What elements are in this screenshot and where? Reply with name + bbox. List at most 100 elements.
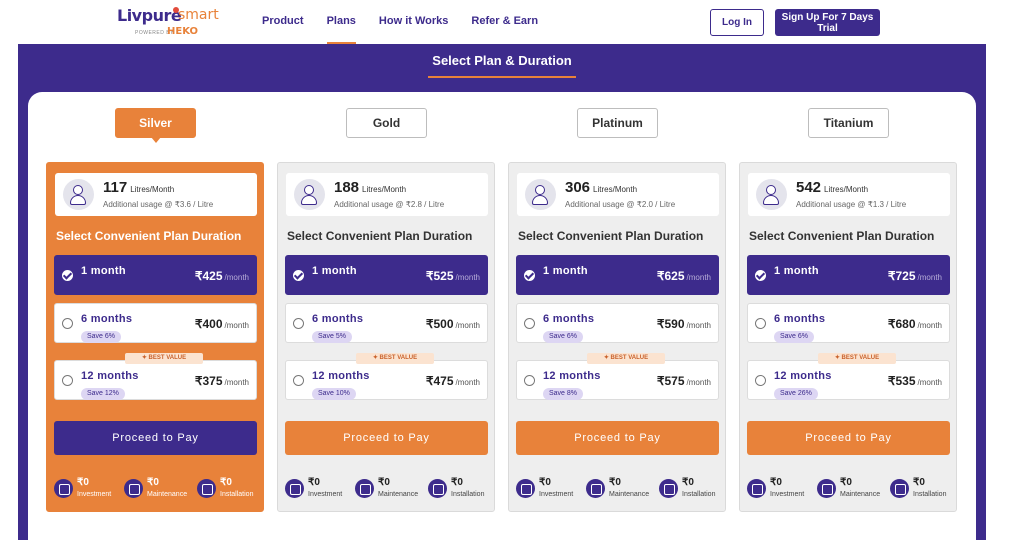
installation-icon bbox=[428, 479, 447, 498]
tab-gold[interactable]: Gold bbox=[346, 108, 427, 138]
radio-icon[interactable] bbox=[293, 318, 304, 329]
radio-checked-icon[interactable] bbox=[293, 270, 304, 281]
option-label: 1 month bbox=[543, 265, 588, 277]
option-price: ₹375/month bbox=[194, 374, 249, 388]
tab-platinum[interactable]: Platinum bbox=[577, 108, 658, 138]
investment-icon bbox=[516, 479, 535, 498]
radio-icon[interactable] bbox=[755, 375, 766, 386]
installation-icon bbox=[659, 479, 678, 498]
feature-investment: ₹0 Investment bbox=[747, 477, 817, 505]
best-value-badge: ✦ BEST VALUE bbox=[818, 353, 896, 364]
additional-usage: Additional usage @ ₹2.0 / Litre bbox=[565, 200, 676, 209]
option-12-months[interactable]: ✦ BEST VALUE 12 months Save 10% ₹475/mon… bbox=[285, 353, 488, 400]
livpure-smart-logo[interactable]: Livpure smart POWERED BY HEKO bbox=[117, 6, 227, 40]
option-label: 12 months bbox=[543, 370, 601, 382]
save-badge: Save 10% bbox=[312, 388, 356, 400]
option-1-month[interactable]: 1 month ₹625/month bbox=[516, 255, 719, 295]
feature-value: ₹0 bbox=[609, 477, 621, 488]
best-value-badge: ✦ BEST VALUE bbox=[356, 353, 434, 364]
option-6-months[interactable]: 6 months Save 5% ₹500/month bbox=[285, 303, 488, 343]
nav-how-it-works[interactable]: How it Works bbox=[379, 0, 448, 44]
feature-value: ₹0 bbox=[913, 477, 925, 488]
option-label: 6 months bbox=[543, 313, 595, 325]
feature-installation: ₹0 Installation bbox=[197, 477, 267, 505]
login-button[interactable]: Log In bbox=[710, 9, 764, 36]
radio-icon[interactable] bbox=[62, 375, 73, 386]
feature-value: ₹0 bbox=[77, 477, 89, 488]
radio-icon[interactable] bbox=[755, 318, 766, 329]
usage-box: 306 Litres/Month Additional usage @ ₹2.0 … bbox=[517, 173, 719, 216]
tab-titanium[interactable]: Titanium bbox=[808, 108, 889, 138]
feature-installation: ₹0 Installation bbox=[428, 477, 498, 505]
proceed-to-pay-button[interactable]: Proceed to Pay bbox=[54, 421, 257, 455]
save-badge: Save 26% bbox=[774, 388, 818, 400]
option-price: ₹575/month bbox=[656, 374, 711, 388]
feature-value: ₹0 bbox=[682, 477, 694, 488]
feature-label: Installation bbox=[682, 491, 716, 498]
save-badge: Save 6% bbox=[774, 331, 815, 343]
option-label: 12 months bbox=[81, 370, 139, 382]
option-1-month[interactable]: 1 month ₹425/month bbox=[54, 255, 257, 295]
option-1-month[interactable]: 1 month ₹525/month bbox=[285, 255, 488, 295]
feature-maintenance: ₹0 Maintenance bbox=[817, 477, 887, 505]
option-label: 1 month bbox=[774, 265, 819, 277]
option-12-months[interactable]: ✦ BEST VALUE 12 months Save 8% ₹575/mont… bbox=[516, 353, 719, 400]
usage-liters: 117 Litres/Month bbox=[103, 179, 175, 196]
feature-investment: ₹0 Investment bbox=[285, 477, 355, 505]
feature-label: Installation bbox=[913, 491, 947, 498]
family-icon bbox=[756, 179, 787, 210]
nav-refer-earn[interactable]: Refer & Earn bbox=[471, 0, 538, 44]
option-12-months[interactable]: ✦ BEST VALUE 12 months Save 26% ₹535/mon… bbox=[747, 353, 950, 400]
feature-investment: ₹0 Investment bbox=[516, 477, 586, 505]
proceed-to-pay-button[interactable]: Proceed to Pay bbox=[285, 421, 488, 455]
usage-box: 542 Litres/Month Additional usage @ ₹1.3 … bbox=[748, 173, 950, 216]
option-price: ₹475/month bbox=[425, 374, 480, 388]
option-6-months[interactable]: 6 months Save 6% ₹680/month bbox=[747, 303, 950, 343]
family-icon bbox=[63, 179, 94, 210]
usage-liters: 542 Litres/Month bbox=[796, 179, 869, 196]
logo-heko: HEKO bbox=[167, 26, 199, 37]
option-price: ₹535/month bbox=[887, 374, 942, 388]
feature-label: Installation bbox=[451, 491, 485, 498]
option-12-months[interactable]: ✦ BEST VALUE 12 months Save 12% ₹375/mon… bbox=[54, 353, 257, 400]
family-icon bbox=[294, 179, 325, 210]
option-6-months[interactable]: 6 months Save 6% ₹400/month bbox=[54, 303, 257, 343]
section-title-underline bbox=[428, 76, 576, 78]
usage-liters: 306 Litres/Month bbox=[565, 179, 638, 196]
radio-icon[interactable] bbox=[524, 318, 535, 329]
proceed-to-pay-button[interactable]: Proceed to Pay bbox=[516, 421, 719, 455]
feature-label: Investment bbox=[308, 491, 343, 498]
signup-trial-button[interactable]: Sign Up For 7 Days Trial bbox=[775, 9, 880, 36]
radio-icon[interactable] bbox=[62, 318, 73, 329]
option-6-months[interactable]: 6 months Save 6% ₹590/month bbox=[516, 303, 719, 343]
option-price: ₹500/month bbox=[425, 317, 480, 331]
option-price: ₹525/month bbox=[425, 269, 480, 283]
logo-livpure: Livpure bbox=[117, 6, 182, 25]
tab-silver[interactable]: Silver bbox=[115, 108, 196, 143]
feature-value: ₹0 bbox=[147, 477, 159, 488]
plan-column-titanium: 542 Litres/Month Additional usage @ ₹1.3 … bbox=[739, 162, 957, 512]
radio-checked-icon[interactable] bbox=[62, 270, 73, 281]
nav-plans[interactable]: Plans bbox=[326, 0, 357, 44]
radio-icon[interactable] bbox=[524, 375, 535, 386]
option-price: ₹400/month bbox=[194, 317, 249, 331]
radio-checked-icon[interactable] bbox=[524, 270, 535, 281]
usage-box: 188 Litres/Month Additional usage @ ₹2.8 … bbox=[286, 173, 488, 216]
proceed-to-pay-button[interactable]: Proceed to Pay bbox=[747, 421, 950, 455]
nav-product[interactable]: Product bbox=[262, 0, 304, 44]
option-label: 12 months bbox=[774, 370, 832, 382]
option-price: ₹725/month bbox=[887, 269, 942, 283]
option-1-month[interactable]: 1 month ₹725/month bbox=[747, 255, 950, 295]
feature-maintenance: ₹0 Maintenance bbox=[355, 477, 425, 505]
option-label: 6 months bbox=[774, 313, 826, 325]
feature-value: ₹0 bbox=[539, 477, 551, 488]
feature-value: ₹0 bbox=[451, 477, 463, 488]
feature-value: ₹0 bbox=[378, 477, 390, 488]
maintenance-icon bbox=[586, 479, 605, 498]
section-title: Select Plan & Duration bbox=[432, 53, 572, 68]
radio-checked-icon[interactable] bbox=[755, 270, 766, 281]
additional-usage: Additional usage @ ₹2.8 / Litre bbox=[334, 200, 445, 209]
feature-label: Installation bbox=[220, 491, 254, 498]
duration-title: Select Convenient Plan Duration bbox=[749, 229, 935, 243]
radio-icon[interactable] bbox=[293, 375, 304, 386]
